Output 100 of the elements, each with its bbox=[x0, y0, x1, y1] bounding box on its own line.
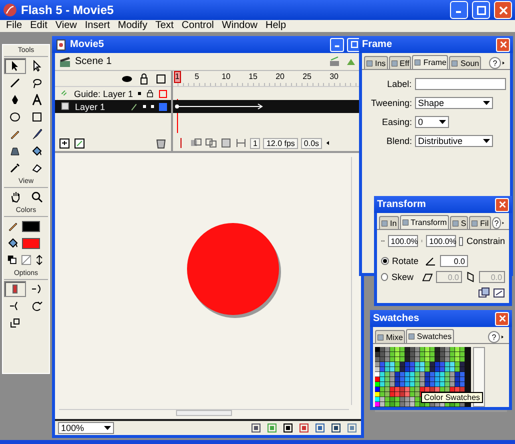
panel-tab[interactable]: Fil bbox=[469, 216, 491, 229]
window-title: Flash 5 - Movie5 bbox=[21, 3, 115, 17]
radio-label: Rotate bbox=[392, 256, 420, 266]
copy-transform-icon[interactable] bbox=[478, 287, 490, 299]
help-button[interactable]: ? bbox=[488, 331, 500, 343]
onion-markers-icon[interactable] bbox=[235, 137, 247, 149]
pencil-icon bbox=[130, 102, 138, 111]
frame-number: 10 bbox=[222, 72, 230, 81]
panel-tab[interactable]: Mixe bbox=[375, 330, 405, 343]
panel-tab[interactable]: Swatches bbox=[406, 329, 454, 343]
constrain-checkbox[interactable] bbox=[459, 236, 464, 246]
edit-scene-icon[interactable] bbox=[329, 56, 341, 68]
tab-icon bbox=[366, 60, 373, 66]
add-layer-icon[interactable] bbox=[59, 137, 71, 149]
help-button[interactable]: ? bbox=[489, 57, 501, 69]
width-field[interactable]: 100.0% bbox=[388, 235, 418, 247]
panel-launcher-icon[interactable] bbox=[282, 422, 294, 434]
maximize-icon bbox=[350, 41, 358, 48]
elapsed-time: 0.0s bbox=[300, 138, 322, 148]
flash-logo-icon bbox=[3, 3, 17, 17]
clapperboard-icon bbox=[59, 56, 71, 68]
color-swatch[interactable] bbox=[22, 238, 40, 248]
default-colors-icon bbox=[7, 254, 18, 266]
menu-item[interactable]: File bbox=[3, 20, 26, 32]
dropdown[interactable]: 0 bbox=[415, 116, 449, 128]
smooth-icon bbox=[31, 283, 44, 295]
field-label: Label: bbox=[386, 79, 412, 89]
onion-skin-icon[interactable] bbox=[190, 137, 202, 149]
panel-tab[interactable]: In bbox=[379, 216, 399, 229]
close-button[interactable] bbox=[496, 38, 510, 52]
minimize-button[interactable] bbox=[330, 38, 344, 52]
panel-tab[interactable]: Ins bbox=[364, 56, 388, 69]
menu-item[interactable]: Window bbox=[218, 20, 260, 32]
trash-icon[interactable] bbox=[155, 137, 167, 149]
color-swatch[interactable] bbox=[22, 220, 40, 232]
vertical-skew-icon bbox=[464, 271, 476, 283]
tab-icon bbox=[402, 219, 409, 226]
minimize-button[interactable] bbox=[450, 1, 468, 19]
tab-icon bbox=[452, 220, 459, 226]
zoom-icon bbox=[31, 191, 44, 203]
edit-frames-icon[interactable] bbox=[220, 137, 232, 149]
pencil-icon bbox=[7, 220, 19, 232]
brush-tool-icon bbox=[31, 128, 44, 140]
close-button[interactable] bbox=[495, 312, 509, 326]
frame-number: 5 bbox=[194, 72, 200, 81]
close-icon bbox=[500, 41, 506, 48]
panel-launcher-icon[interactable] bbox=[250, 422, 262, 434]
document-icon bbox=[55, 38, 67, 50]
line-tool-icon bbox=[8, 77, 21, 89]
menu-item[interactable]: Control bbox=[178, 20, 217, 32]
frame-number: 1 bbox=[175, 72, 180, 81]
eraser-icon bbox=[31, 162, 44, 174]
panel-title: Transform bbox=[377, 199, 427, 210]
angle-field[interactable]: 0.0 bbox=[440, 255, 468, 267]
menu-item[interactable]: Edit bbox=[27, 20, 50, 32]
panel-tab[interactable]: Eff bbox=[388, 56, 412, 69]
magnet-button[interactable] bbox=[4, 281, 26, 297]
reset-icon[interactable] bbox=[493, 287, 505, 299]
dropdown[interactable]: Distributive bbox=[415, 135, 493, 147]
close-button[interactable] bbox=[495, 198, 509, 212]
menu-item[interactable]: View bbox=[52, 20, 80, 32]
close-button[interactable] bbox=[494, 1, 512, 19]
radio-button[interactable] bbox=[381, 257, 389, 265]
tab-icon bbox=[408, 333, 415, 340]
playhead bbox=[174, 71, 181, 83]
panel-tab[interactable]: Transform bbox=[400, 215, 449, 229]
panel-tab[interactable]: Frame bbox=[412, 55, 448, 69]
close-icon bbox=[498, 315, 506, 322]
layer-row[interactable]: Layer 1 bbox=[55, 100, 171, 113]
menu-item[interactable]: Text bbox=[152, 20, 177, 32]
frame-number: 25 bbox=[302, 72, 312, 81]
subselect-arrow-icon bbox=[31, 60, 44, 72]
lasso-tool-icon bbox=[31, 77, 44, 89]
onion-outline-icon[interactable] bbox=[205, 137, 217, 149]
paint-bucket-icon bbox=[31, 145, 44, 157]
height-field[interactable]: 100.0% bbox=[426, 235, 456, 247]
frame-number: 15 bbox=[248, 72, 258, 81]
caret-icon bbox=[483, 138, 490, 144]
help-button[interactable]: ? bbox=[492, 217, 502, 229]
menu-item[interactable]: Help bbox=[262, 20, 290, 32]
panel-launcher-icon[interactable] bbox=[330, 422, 342, 434]
arrow-tool[interactable] bbox=[4, 58, 26, 74]
dropdown[interactable]: Shape bbox=[415, 97, 493, 109]
radio-button[interactable] bbox=[381, 273, 388, 281]
menu-item[interactable]: Insert bbox=[82, 20, 113, 32]
input-field[interactable] bbox=[414, 78, 506, 90]
add-guide-icon[interactable] bbox=[74, 137, 86, 149]
pencil-tool-icon bbox=[8, 128, 21, 140]
current-frame: 1 bbox=[250, 138, 260, 148]
panel-tab[interactable]: S bbox=[450, 216, 468, 229]
layer-name: Layer 1 bbox=[75, 102, 106, 112]
zoom-dropdown[interactable]: 100% bbox=[58, 422, 114, 434]
oval-tool-icon bbox=[8, 111, 21, 123]
field-label: Tweening: bbox=[370, 98, 412, 108]
field-label: Blend: bbox=[385, 136, 412, 146]
panel-title: Frame bbox=[362, 39, 394, 50]
panel-tab[interactable]: Soun bbox=[449, 56, 482, 69]
maximize-button[interactable] bbox=[472, 1, 490, 19]
checkbox-label: Constrain bbox=[466, 236, 506, 246]
menu-item[interactable]: Modify bbox=[114, 20, 150, 32]
